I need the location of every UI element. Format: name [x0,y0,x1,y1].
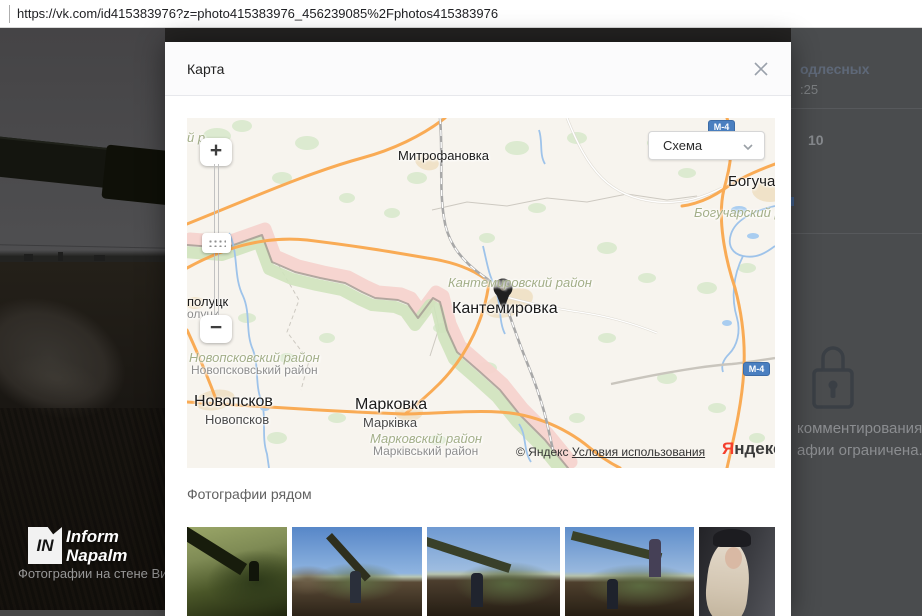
chevron-down-icon [742,141,754,153]
map-label-boguchar: Богуча [728,173,775,190]
tank-gun-muzzle [101,144,165,205]
background-photo-tank: IN Inform Napalm Фотографии на стене Ви [0,28,165,616]
divider [791,108,922,109]
photo-thumbnail-3[interactable] [427,527,560,616]
browser-url-bar[interactable]: https://vk.com/id415383976?z=photo415383… [0,0,922,28]
person-shape [471,573,483,607]
comments-restricted-text: афии ограничена. [797,442,922,459]
person-shape [649,539,661,577]
yandex-logo-ya: Я [722,439,734,458]
map-label-novopskovsky-rayon-ua: Новопсковський район [191,363,318,377]
scene-bottom-strip [0,610,165,616]
map-vector-layer [187,118,775,468]
photos-nearby-row [187,527,775,616]
portrait-cap-shape [713,529,751,547]
modal-title: Карта [187,61,224,77]
watermark-line1: Inform [66,527,127,546]
watermark-line2: Napalm [66,546,127,565]
map-modal: Карта [165,42,791,616]
map-label-bogucharsky-rayon: Богучарский ра [694,205,775,220]
dimmed-page-right-panel: одлесных :25 10 комментирования з афии о… [791,28,922,616]
modal-header: Карта [165,42,791,96]
lock-icon [808,338,858,410]
photos-nearby-title: Фотографии рядом [187,486,312,502]
map-label-markovka-ru: Марковка [355,396,427,414]
url-text[interactable]: https://vk.com/id415383976?z=photo415383… [17,6,498,21]
likes-count: 10 [808,132,824,148]
terms-of-use-link[interactable]: Условия использования [572,445,705,459]
yandex-logo[interactable]: Яндекс [722,439,775,459]
photo-thumbnail-5[interactable] [699,527,775,616]
photo-caption: Фотографии на стене Ви [18,566,165,581]
map-label-novopskov-ru: Новопсков [194,393,273,411]
divider [791,233,922,234]
slider-dots-icon [208,239,226,247]
close-icon[interactable] [753,61,769,77]
map-copyright: © Яндекс [516,445,569,459]
scene-hut [94,255,105,261]
timestamp-fragment: :25 [800,82,818,97]
map-label-markovka-ua: Марківка [363,415,417,430]
zoom-in-button[interactable]: + [200,138,232,166]
photo-thumbnail-4[interactable] [565,527,694,616]
map-type-selector[interactable]: Схема [648,131,765,160]
yandex-logo-rest: ндекс [734,439,775,458]
map-label-markovsky-rayon-ua: Марківський район [373,444,478,458]
photo-thumbnail-1[interactable] [187,527,287,616]
informnapalm-logo-badge: IN [28,527,62,564]
map-label-kantemirovka: Кантемировка [452,300,558,318]
scene-grass [0,408,165,616]
informnapalm-logo-text: Inform Napalm [66,527,127,565]
map-label-kantemirovsky-rayon: Кантемировский район [448,275,592,290]
tank-barrel-shape [187,527,247,575]
scene-hut [24,254,33,261]
dimmed-button-edge [791,197,794,206]
zoom-out-button[interactable]: − [200,315,232,343]
map-label-mitrofanovka: Митрофановка [398,148,489,163]
person-shape [350,571,361,603]
user-name-fragment: одлесных [800,61,870,77]
map-label-novopskov-ua: Новопсков [205,412,269,427]
person-shape [249,561,259,581]
portrait-face-shape [725,547,742,569]
map-type-value: Схема [663,138,702,153]
yandex-map[interactable]: й р Митрофановка Богуча Богучарский ра К… [187,118,775,468]
comments-restricted-text: комментирования з [797,420,922,437]
person-shape [607,579,618,609]
road-badge-m4-bottom: М-4 [743,362,770,376]
tank-barrel-shape [326,533,371,581]
zoom-slider-handle[interactable] [202,233,231,253]
url-caret [9,5,10,23]
scene-hut [58,252,63,261]
screenshot-root: https://vk.com/id415383976?z=photo415383… [0,0,922,616]
photo-thumbnail-2[interactable] [292,527,422,616]
map-attribution: © Яндекс Условия использования [516,445,705,459]
tank-barrel-shape [427,535,511,573]
